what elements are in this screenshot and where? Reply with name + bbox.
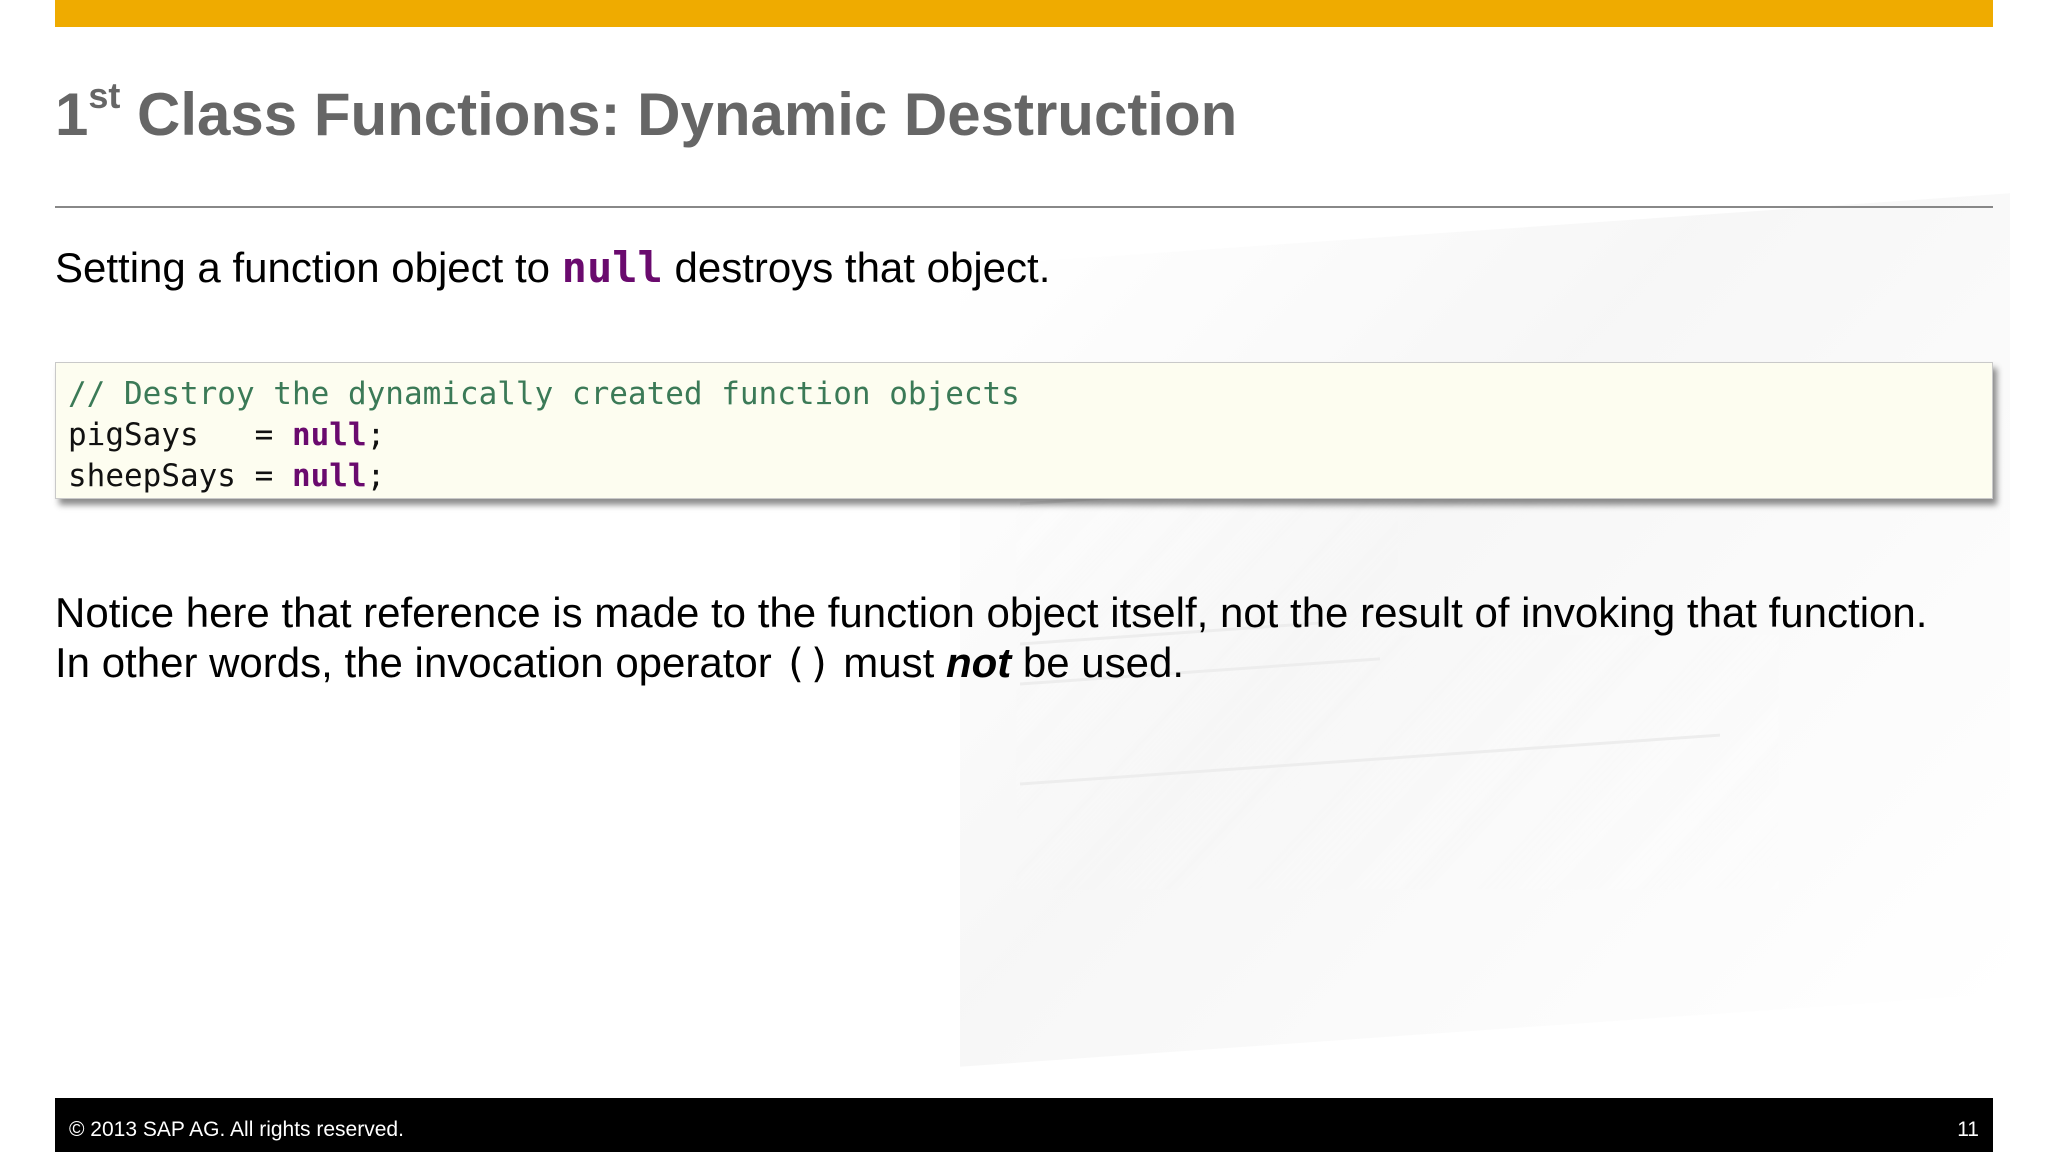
notice-text-middle: must [831,639,946,686]
code-assignment: sheepSays = [68,458,292,494]
intro-paragraph: Setting a function object to null destro… [55,243,1050,293]
notice-paragraph-line-2: In other words, the invocation operator … [55,638,1184,689]
intro-text-after: destroys that object. [662,244,1051,291]
title-text: Class Functions: Dynamic Destruction [120,81,1238,148]
footer-bar: © 2013 SAP AG. All rights reserved. 11 [55,1098,1993,1152]
code-comment: // Destroy the dynamically created funct… [68,376,1020,412]
title-number: 1 [55,81,89,148]
code-assignment: pigSays = [68,417,292,453]
slide: 1st Class Functions: Dynamic Destruction… [0,0,2048,1152]
null-keyword: null [561,243,663,292]
copyright-notice: © 2013 SAP AG. All rights reserved. [69,1118,404,1141]
title-superscript: st [88,75,121,116]
slide-title: 1st Class Functions: Dynamic Destruction [55,78,1238,149]
accent-bar [55,0,1993,27]
notice-paragraph-line-1: Notice here that reference is made to th… [55,589,1928,636]
code-semicolon: ; [366,458,386,494]
intro-text-before: Setting a function object to [55,244,562,291]
title-divider [55,206,1993,208]
code-semicolon: ; [366,417,386,453]
notice-emphasis: not [945,639,1012,686]
code-line-pigsays: pigSays = null; [68,415,1980,456]
code-null-keyword: null [291,417,367,453]
code-line-sheepsays: sheepSays = null; [68,456,1980,497]
page-number: 11 [1957,1118,1979,1141]
code-null-keyword: null [291,458,367,494]
notice-text-before: In other words, the invocation operator [55,639,784,686]
notice-text-after: be used. [1011,639,1185,686]
code-block: // Destroy the dynamically created funct… [55,362,1993,499]
invocation-operator: () [783,641,832,687]
